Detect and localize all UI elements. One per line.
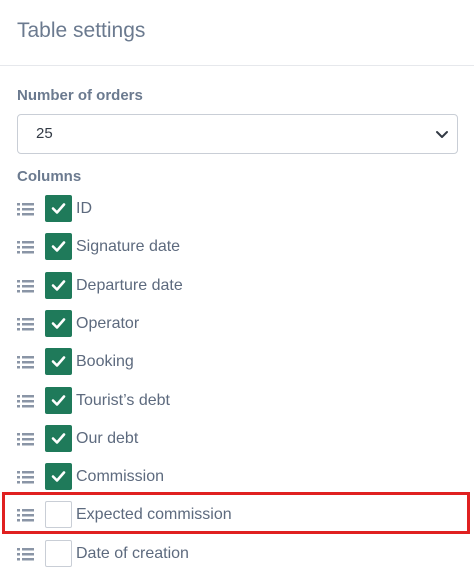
highlight-box <box>2 492 470 534</box>
check-icon <box>51 471 66 482</box>
column-checkbox[interactable] <box>45 540 72 567</box>
drag-handle-icon[interactable] <box>17 432 34 446</box>
column-label: Our debt <box>76 430 139 447</box>
column-checkbox[interactable] <box>45 233 72 260</box>
column-row[interactable]: Booking <box>0 346 474 378</box>
column-row[interactable]: Tourist’s debt <box>0 385 474 417</box>
drag-handle-icon[interactable] <box>17 547 34 561</box>
check-icon <box>51 433 66 444</box>
chevron-down-icon <box>436 131 448 138</box>
column-checkbox[interactable] <box>45 425 72 452</box>
column-label: Departure date <box>76 277 183 294</box>
drag-handle-icon[interactable] <box>17 317 34 331</box>
panel-title: Table settings <box>17 19 146 42</box>
check-icon <box>51 203 66 214</box>
drag-handle-icon[interactable] <box>17 470 34 484</box>
column-row[interactable]: ID <box>0 193 474 225</box>
column-row[interactable]: Date of creation <box>0 538 474 570</box>
drag-handle-icon[interactable] <box>17 240 34 254</box>
column-row[interactable]: Commission <box>0 461 474 493</box>
column-checkbox[interactable] <box>45 195 72 222</box>
column-label: Operator <box>76 315 140 332</box>
column-row[interactable]: Operator <box>0 308 474 340</box>
columns-label: Columns <box>17 168 82 185</box>
column-row[interactable]: Signature date <box>0 231 474 263</box>
check-icon <box>51 395 66 406</box>
column-label: ID <box>76 200 92 217</box>
drag-handle-icon[interactable] <box>17 394 34 408</box>
column-label: Commission <box>76 468 165 485</box>
drag-handle-icon[interactable] <box>17 355 34 369</box>
column-label: Booking <box>76 353 134 370</box>
column-checkbox[interactable] <box>45 348 72 375</box>
check-icon <box>51 280 66 291</box>
drag-handle-icon[interactable] <box>17 279 34 293</box>
orders-select[interactable]: 25 <box>17 114 458 154</box>
check-icon <box>51 318 66 329</box>
check-icon <box>51 356 66 367</box>
column-checkbox[interactable] <box>45 272 72 299</box>
orders-label: Number of orders <box>17 87 143 104</box>
panel-header: Table settings <box>0 0 474 66</box>
orders-select-value: 25 <box>36 125 53 142</box>
column-label: Date of creation <box>76 545 189 562</box>
column-label: Signature date <box>76 238 181 255</box>
column-row[interactable]: Our debt <box>0 423 474 455</box>
drag-handle-icon[interactable] <box>17 202 34 216</box>
check-icon <box>51 241 66 252</box>
column-checkbox[interactable] <box>45 310 72 337</box>
column-row[interactable]: Departure date <box>0 270 474 302</box>
column-checkbox[interactable] <box>45 463 72 490</box>
column-checkbox[interactable] <box>45 387 72 414</box>
column-label: Tourist’s debt <box>76 392 170 409</box>
